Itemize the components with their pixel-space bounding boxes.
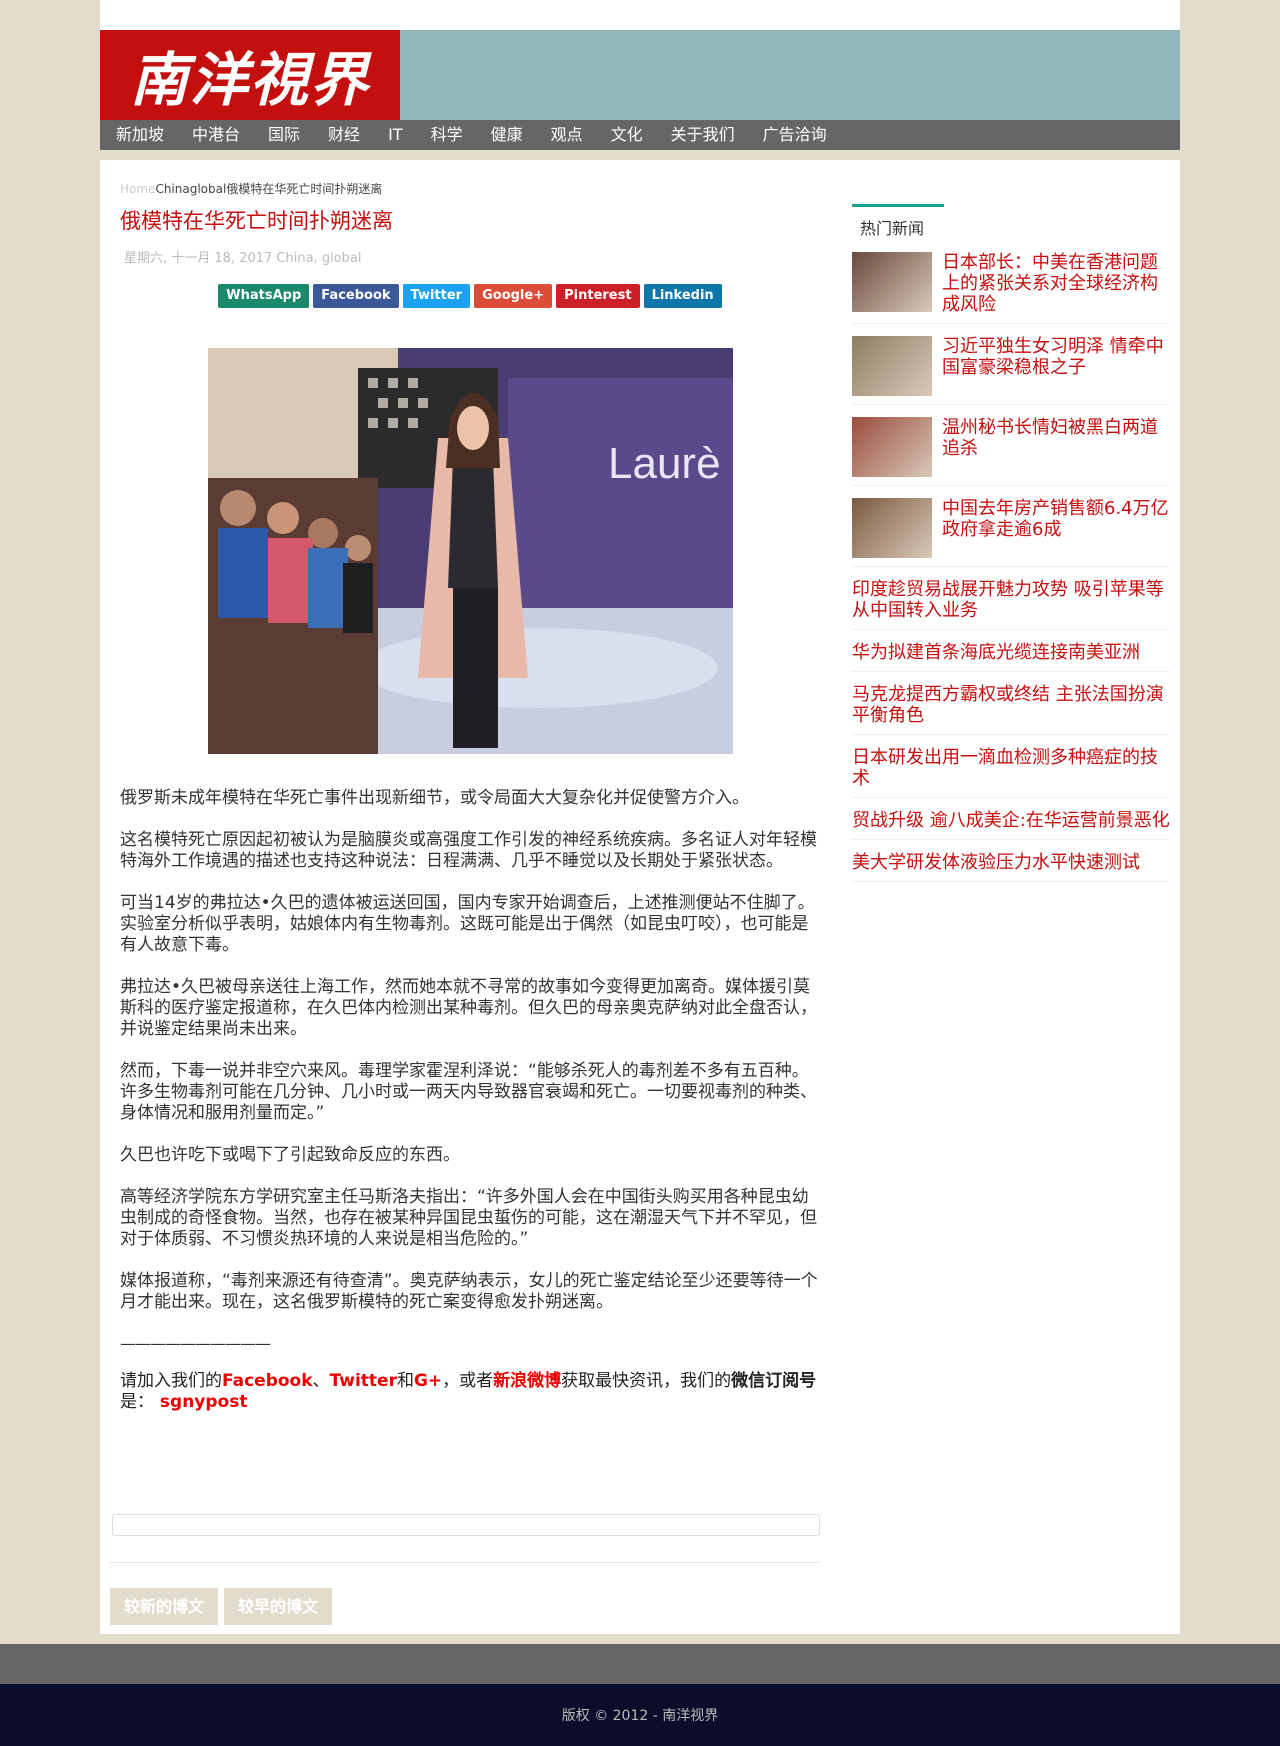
share-googleplus-button[interactable]: Google+ [474, 284, 553, 308]
news-title[interactable]: 贸战升级 逾八成美企:在华运营前景恶化 [852, 804, 1170, 831]
article-paragraph: 久巴也许吃下或喝下了引起致命反应的东西。 [120, 1145, 460, 1165]
sidebar-news-item[interactable]: 中国去年房产销售额6.4万亿 政府拿走逾6成 [852, 486, 1170, 567]
footer-band [0, 1644, 1280, 1684]
article-divider: —————————— [120, 1334, 271, 1353]
copyright-text: 版权 © 2012 - 南洋视界 [561, 1708, 719, 1724]
news-title[interactable]: 温州秘书长情妇被黑白两道追杀 [942, 411, 1170, 477]
article-paragraph: 可当14岁的弗拉达•久巴的遗体被运送回国，国内专家开始调查后，上述推测便站不住脚… [120, 893, 815, 955]
nav-item[interactable]: 科学 [417, 120, 477, 150]
post-pager: 较新的博文 较早的博文 [110, 1588, 333, 1625]
comment-box[interactable] [112, 1514, 820, 1536]
news-thumbnail[interactable] [852, 498, 932, 558]
older-posts-button[interactable]: 较早的博文 [224, 1588, 333, 1625]
article-meta: 星期六, 十一月 18, 2017 China, global [124, 251, 362, 266]
sidebar-news-item[interactable]: 日本研发出用一滴血检测多种癌症的技术 [852, 735, 1170, 798]
sidebar-news-item[interactable]: 华为拟建首条海底光缆连接南美亚洲 [852, 630, 1170, 672]
join-us-text: 请加入我们的Facebook、Twitter和G+，或者新浪微博获取最快资讯，我… [120, 1371, 820, 1413]
sidebar-news-item[interactable]: 贸战升级 逾八成美企:在华运营前景恶化 [852, 798, 1170, 840]
sidebar-list: 日本部长：中美在香港问题上的紧张关系对全球经济构成风险 习近平独生女习明泽 情牵中… [852, 240, 1170, 882]
sidebar-popular: 热门新闻 日本部长：中美在香港问题上的紧张关系对全球经济构成风险 习近平独生女习明… [852, 204, 1170, 882]
newer-posts-button[interactable]: 较新的博文 [110, 1588, 219, 1625]
article-main: HomeChinaglobal俄模特在华死亡时间扑朔迷离 俄模特在华死亡时间扑朔… [120, 180, 820, 1413]
share-whatsapp-button[interactable]: WhatsApp [218, 284, 310, 308]
sidebar-news-item[interactable]: 日本部长：中美在香港问题上的紧张关系对全球经济构成风险 [852, 240, 1170, 324]
share-pinterest-button[interactable]: Pinterest [556, 284, 640, 308]
article-paragraph: 这名模特死亡原因起初被认为是脑膜炎或高强度工作引发的神经系统疾病。多名证人对年轻… [120, 830, 817, 871]
sidebar-news-item[interactable]: 马克龙提西方霸权或终结 主张法国扮演平衡角色 [852, 672, 1170, 735]
nav-item[interactable]: IT [374, 120, 417, 150]
article-paragraph: 高等经济学院东方学研究室主任马斯洛夫指出：“许多外国人会在中国街头购买用各种昆虫… [120, 1187, 817, 1249]
sidebar-news-item[interactable]: 美大学研发体液验压力水平快速测试 [852, 840, 1170, 882]
news-thumbnail[interactable] [852, 252, 932, 312]
article-paragraph: 媒体报道称，“毒剂来源还有待查清”。奥克萨纳表示，女儿的死亡鉴定结论至少还要等待… [120, 1271, 818, 1312]
breadcrumb-home-link[interactable]: Home [120, 182, 155, 196]
nav-item[interactable]: 关于我们 [657, 120, 749, 150]
join-and: 和 [396, 1371, 414, 1391]
news-title[interactable]: 中国去年房产销售额6.4万亿 政府拿走逾6成 [942, 492, 1170, 558]
site-logo[interactable]: 南洋視界 [100, 30, 400, 120]
news-thumbnail[interactable] [852, 336, 932, 396]
weibo-link[interactable]: 新浪微博 [493, 1371, 561, 1391]
news-title[interactable]: 习近平独生女习明泽 情牵中国富豪梁稳根之子 [942, 330, 1170, 396]
share-buttons: WhatsApp Facebook Twitter Google+ Pinterest L… [120, 284, 820, 308]
news-title[interactable]: 印度趁贸易战展开魅力攻势 吸引苹果等从中国转入业务 [852, 573, 1170, 621]
wechat-account: sgnypost [154, 1392, 248, 1412]
share-facebook-button[interactable]: Facebook [313, 284, 399, 308]
share-twitter-button[interactable]: Twitter [402, 284, 471, 308]
join-prefix: 请加入我们的 [120, 1371, 222, 1391]
wechat-label: 微信订阅号 [731, 1371, 817, 1391]
breadcrumb: HomeChinaglobal俄模特在华死亡时间扑朔迷离 [120, 180, 820, 197]
news-title[interactable]: 华为拟建首条海底光缆连接南美亚洲 [852, 636, 1140, 663]
nav-item[interactable]: 文化 [597, 120, 657, 150]
photo-backdrop-text: Laurè [608, 439, 721, 488]
news-title[interactable]: 马克龙提西方霸权或终结 主张法国扮演平衡角色 [852, 678, 1170, 726]
news-title[interactable]: 日本研发出用一滴血检测多种癌症的技术 [852, 741, 1170, 789]
article-body: 俄罗斯未成年模特在华死亡事件出现新细节，或令局面大大复杂化并促使警方介入。这名模… [120, 788, 820, 1313]
breadcrumb-path[interactable]: Chinaglobal俄模特在华死亡时间扑朔迷离 [155, 182, 382, 196]
article-paragraph: 弗拉达•久巴被母亲送往上海工作，然而她本就不寻常的故事如今变得更加离奇。媒体援引… [120, 977, 817, 1039]
nav-item[interactable]: 新加坡 [102, 120, 178, 150]
news-title[interactable]: 美大学研发体液验压力水平快速测试 [852, 846, 1140, 873]
facebook-link[interactable]: Facebook [222, 1371, 313, 1391]
article-paragraph: 俄罗斯未成年模特在华死亡事件出现新细节，或令局面大大复杂化并促使警方介入。 [120, 788, 749, 808]
nav-item[interactable]: 观点 [537, 120, 597, 150]
header-banner: 南洋視界 [100, 30, 1180, 120]
sidebar-news-item[interactable]: 印度趁贸易战展开魅力攻势 吸引苹果等从中国转入业务 [852, 567, 1170, 630]
runway-model-image: Laurè [207, 348, 733, 754]
gplus-link[interactable]: G+ [414, 1371, 442, 1391]
join-or: ，或者 [442, 1371, 494, 1391]
join-mid: 获取最快资讯，我们的 [561, 1371, 732, 1391]
nav-item[interactable]: 财经 [314, 120, 374, 150]
content-divider [110, 1562, 820, 1563]
sidebar-news-item[interactable]: 习近平独生女习明泽 情牵中国富豪梁稳根之子 [852, 324, 1170, 405]
site-footer: 版权 © 2012 - 南洋视界 [0, 1684, 1280, 1746]
news-thumbnail[interactable] [852, 417, 932, 477]
share-linkedin-button[interactable]: Linkedin [643, 284, 722, 308]
join-is: 是： [120, 1392, 154, 1412]
page-container: 南洋視界 新加坡 中港台 国际 财经 IT 科学 健康 观点 文化 关于我们 广告洽询 HomeCh… [100, 0, 1180, 1634]
nav-item[interactable]: 健康 [477, 120, 537, 150]
nav-item[interactable]: 广告洽询 [749, 120, 841, 150]
article-title[interactable]: 俄模特在华死亡时间扑朔迷离 [120, 205, 820, 235]
sidebar-heading: 热门新闻 [852, 204, 944, 240]
sidebar-news-item[interactable]: 温州秘书长情妇被黑白两道追杀 [852, 405, 1170, 486]
logo-text: 南洋視界 [129, 46, 370, 114]
main-nav: 新加坡 中港台 国际 财经 IT 科学 健康 观点 文化 关于我们 广告洽询 [100, 120, 1180, 150]
twitter-link[interactable]: Twitter [330, 1371, 397, 1391]
nav-item[interactable]: 中港台 [178, 120, 254, 150]
nav-item[interactable]: 国际 [254, 120, 314, 150]
article-paragraph: 然而，下毒一说并非空穴来风。毒理学家霍涅利泽说：“能够杀死人的毒剂差不多有五百种… [120, 1061, 817, 1123]
news-title[interactable]: 日本部长：中美在香港问题上的紧张关系对全球经济构成风险 [942, 246, 1170, 315]
join-separator: 、 [312, 1371, 330, 1391]
nav-gap [100, 150, 1180, 160]
article-photo: Laurè [207, 348, 733, 754]
